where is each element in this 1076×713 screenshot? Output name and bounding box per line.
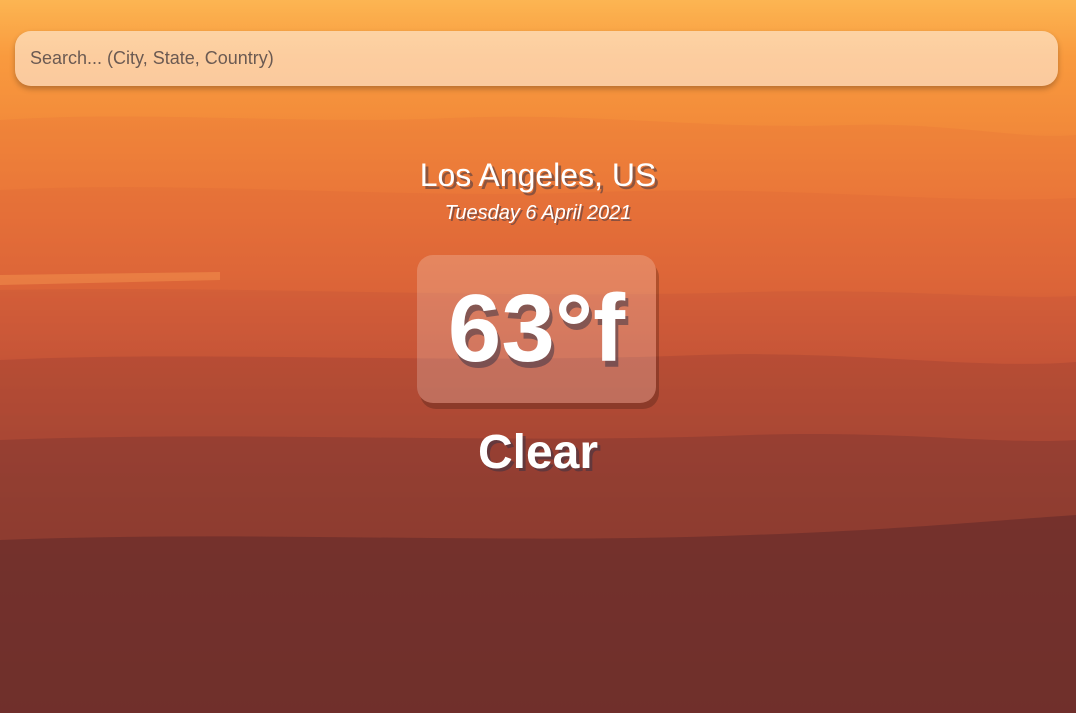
current-date: Tuesday 6 April 2021 <box>444 202 632 224</box>
weather-condition: Clear <box>477 426 599 479</box>
search-input[interactable] <box>15 31 1058 86</box>
temperature-box: 63°f <box>417 255 656 403</box>
temperature-value: 63°f <box>447 275 626 382</box>
location-name: Los Angeles, US <box>419 157 657 193</box>
